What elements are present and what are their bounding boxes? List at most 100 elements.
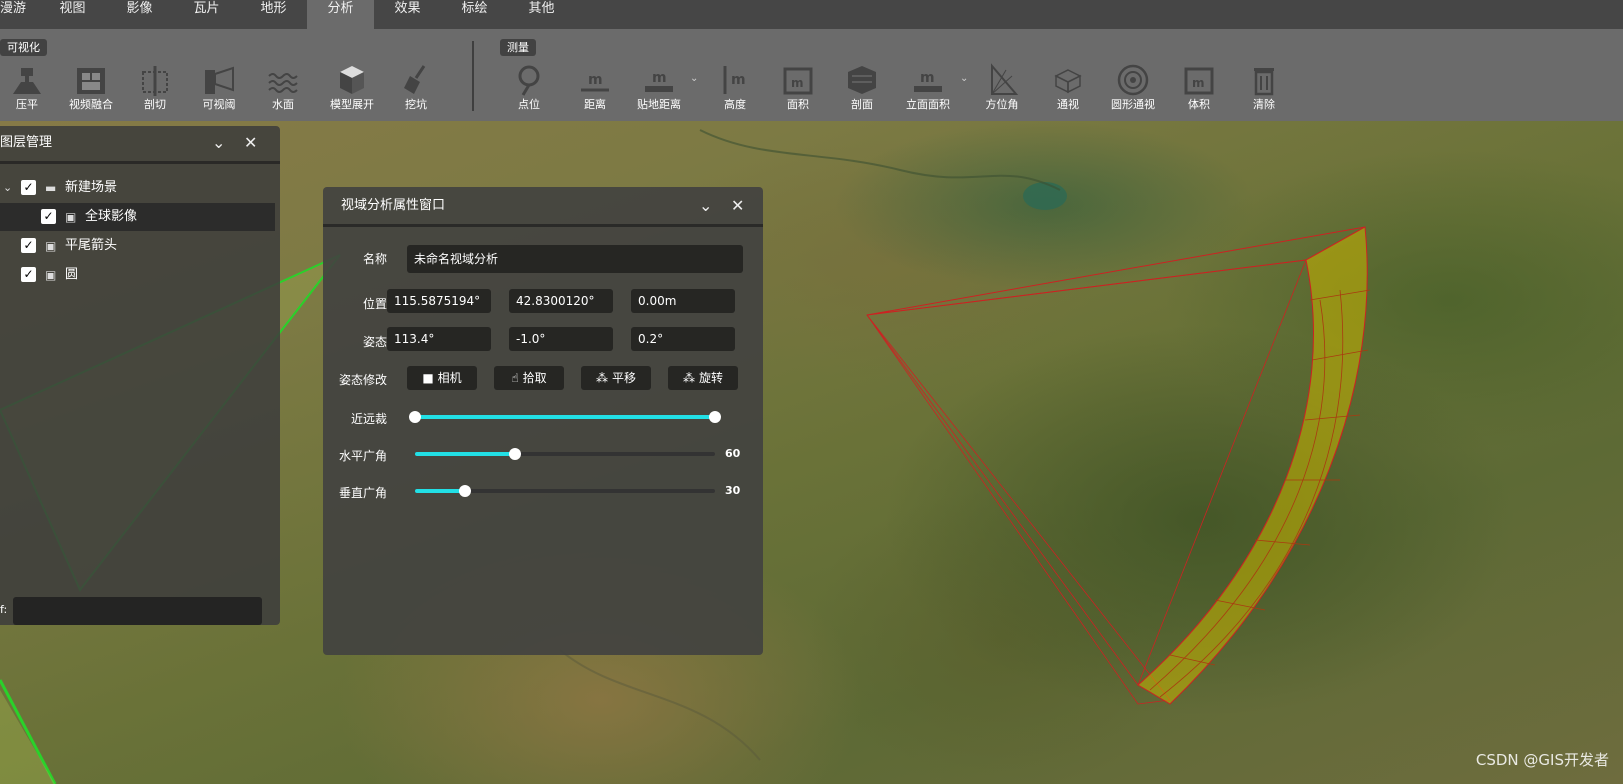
collapse-chevron-icon[interactable]: ⌄ xyxy=(212,126,225,160)
latitude-field[interactable]: 42.8300120° xyxy=(509,289,613,313)
viewshed-frustum[interactable] xyxy=(866,226,1371,705)
facade-area-measure-button[interactable]: m 立面面积 xyxy=(896,62,960,112)
menu-tab-plotting[interactable]: 标绘 xyxy=(441,0,508,29)
ground-distance-measure-button[interactable]: m 贴地距离 xyxy=(627,62,691,112)
tree-item-global-imagery[interactable]: ✓ ▣ 全球影像 xyxy=(0,203,275,231)
checkbox[interactable]: ✓ xyxy=(21,267,36,282)
far-slider-handle[interactable] xyxy=(709,411,721,423)
svg-text:m: m xyxy=(731,72,746,88)
volume-measure-button[interactable]: m 体积 xyxy=(1167,62,1231,112)
h-fov-value: 60 xyxy=(725,447,741,460)
flatten-tool-button[interactable]: 压平 xyxy=(0,62,59,112)
azimuth-icon xyxy=(991,63,1019,95)
volume-icon: m xyxy=(1184,67,1214,95)
height-measure-button[interactable]: m 高度 xyxy=(703,62,767,112)
distance-icon: m xyxy=(581,72,609,92)
location-pin-icon xyxy=(518,65,540,96)
toolbar-divider xyxy=(472,41,474,111)
area-measure-button[interactable]: m 面积 xyxy=(766,62,830,112)
near-far-fill xyxy=(415,415,715,419)
menu-tab-roam[interactable]: 漫游 xyxy=(0,0,39,29)
menu-tab-terrain[interactable]: 地形 xyxy=(240,0,307,29)
collapse-chevron-icon[interactable]: ⌄ xyxy=(699,187,712,225)
checkbox[interactable]: ✓ xyxy=(41,209,56,224)
h-fov-slider-handle[interactable] xyxy=(509,448,521,460)
viewshed-panel-title: 视域分析属性窗口 xyxy=(341,198,446,213)
azimuth-measure-button[interactable]: 方位角 xyxy=(970,62,1034,112)
clip-tool-button[interactable]: 剖切 xyxy=(123,62,187,112)
altitude-field[interactable]: 0.00m xyxy=(631,289,735,313)
svg-text:m: m xyxy=(920,70,935,86)
sight-cube-icon xyxy=(1054,69,1082,94)
name-label: 名称 xyxy=(363,252,388,266)
v-fov-fill xyxy=(415,489,465,493)
close-icon[interactable]: ✕ xyxy=(244,126,257,160)
checkbox[interactable]: ✓ xyxy=(21,180,36,195)
camera-button[interactable]: ■ 相机 xyxy=(407,366,477,390)
v-fov-slider-handle[interactable] xyxy=(459,485,471,497)
chevron-down-icon[interactable]: ⌄ xyxy=(960,73,968,84)
profile-measure-button[interactable]: 剖面 xyxy=(830,62,894,112)
image-icon: ▣ xyxy=(65,210,77,224)
near-slider-handle[interactable] xyxy=(409,411,421,423)
pick-button[interactable]: ☝ 拾取 xyxy=(494,366,564,390)
tree-item-scene[interactable]: ⌄ ✓ ▬ 新建场景 xyxy=(0,174,275,202)
tree-item-label: 新建场景 xyxy=(65,180,118,195)
video-fusion-icon xyxy=(77,68,105,94)
chevron-down-icon[interactable]: ⌄ xyxy=(3,174,12,202)
point-measure-button[interactable]: 点位 xyxy=(497,62,561,112)
river xyxy=(559,649,761,761)
area-icon: m xyxy=(783,67,813,95)
rotate-button[interactable]: ⁂ 旋转 xyxy=(668,366,738,390)
translate-button[interactable]: ⁂ 平移 xyxy=(581,366,651,390)
visibility-icon xyxy=(205,66,234,94)
tree-item-arrow[interactable]: ✓ ▣ 平尾箭头 xyxy=(0,232,275,260)
model-expand-tool-button[interactable]: 模型展开 xyxy=(320,62,384,112)
clip-icon xyxy=(142,66,168,96)
checkbox[interactable]: ✓ xyxy=(21,238,36,253)
menu-tab-analysis[interactable]: 分析 xyxy=(307,0,374,29)
layer-manager-panel: 图层管理 ⌄ ✕ ⌄ ✓ ▬ 新建场景 ✓ ▣ 全球影像 ✓ ▣ 平尾箭头 ✓ … xyxy=(0,126,280,625)
roll-field[interactable]: 0.2° xyxy=(631,327,735,351)
distance-measure-button[interactable]: m 距离 xyxy=(563,62,627,112)
flatten-icon xyxy=(13,68,41,94)
menu-tab-imagery[interactable]: 影像 xyxy=(106,0,173,29)
attitude-label: 姿态 xyxy=(363,335,388,349)
tree-item-circle[interactable]: ✓ ▣ 圆 xyxy=(0,261,275,289)
circular-sight-button[interactable]: 圆形通视 xyxy=(1101,62,1165,112)
pitch-field[interactable]: -1.0° xyxy=(509,327,613,351)
top-menu-bar: 漫游 视图 影像 瓦片 地形 分析 效果 标绘 其他 xyxy=(0,0,1623,29)
line-of-sight-button[interactable]: 通视 xyxy=(1036,62,1100,112)
name-field[interactable]: 未命名视域分析 xyxy=(407,245,743,273)
layer-search-input[interactable] xyxy=(13,597,262,625)
h-fov-label: 水平广角 xyxy=(339,449,388,463)
clear-button[interactable]: 清除 xyxy=(1232,62,1296,112)
tree-item-label: 平尾箭头 xyxy=(65,238,118,253)
move-icon: ⁂ xyxy=(595,371,608,385)
circular-sight-icon xyxy=(1117,64,1149,96)
cube-icon xyxy=(340,66,364,94)
visibility-tool-button[interactable]: 可视阈 xyxy=(187,62,251,112)
lake xyxy=(1023,182,1067,210)
chevron-down-icon[interactable]: ⌄ xyxy=(690,73,698,84)
tree-item-label: 圆 xyxy=(65,267,79,282)
near-far-label: 近远裁 xyxy=(351,412,388,426)
river xyxy=(699,129,1061,191)
water-surface-tool-button[interactable]: 水面 xyxy=(251,62,315,112)
measure-group-badge: 测量 xyxy=(500,39,536,56)
excavate-tool-button[interactable]: 挖坑 xyxy=(384,62,448,112)
menu-tab-other[interactable]: 其他 xyxy=(508,0,575,29)
menu-tab-effects[interactable]: 效果 xyxy=(374,0,441,29)
camera-icon: ■ xyxy=(422,371,434,385)
close-icon[interactable]: ✕ xyxy=(731,187,744,225)
menu-tab-tiles[interactable]: 瓦片 xyxy=(173,0,240,29)
v-fov-label: 垂直广角 xyxy=(339,486,388,500)
menu-tab-view[interactable]: 视图 xyxy=(39,0,106,29)
heading-field[interactable]: 113.4° xyxy=(387,327,491,351)
footer-label: f: xyxy=(0,603,8,616)
longitude-field[interactable]: 115.5875194° xyxy=(387,289,491,313)
shovel-icon xyxy=(404,65,426,94)
trash-icon xyxy=(1254,68,1274,96)
facade-area-icon: m xyxy=(914,70,942,92)
video-fusion-tool-button[interactable]: 视频融合 xyxy=(59,62,123,112)
